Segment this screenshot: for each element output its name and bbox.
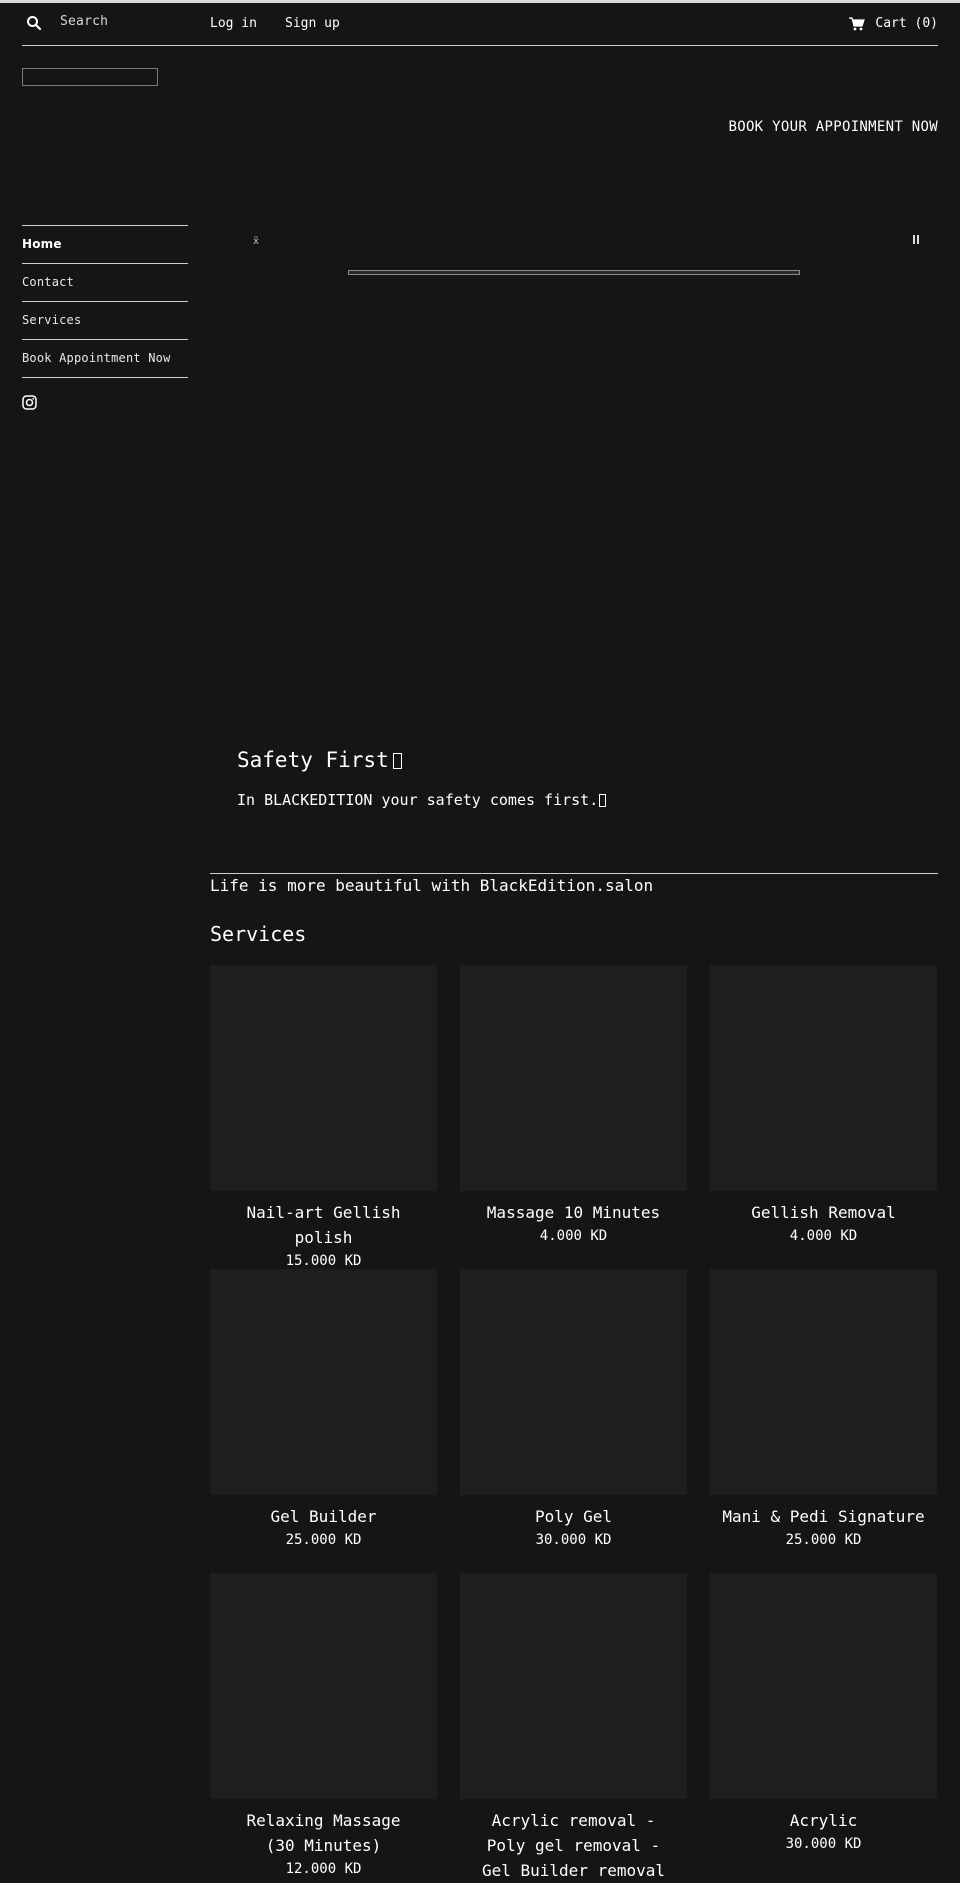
product-image[interactable] <box>210 1269 437 1495</box>
sidebar-item-home[interactable]: Home <box>22 225 188 263</box>
secondary-search-field[interactable] <box>22 68 158 86</box>
product-image[interactable] <box>460 965 687 1191</box>
product-image[interactable] <box>460 1269 687 1495</box>
search-input[interactable]: Search <box>60 14 108 29</box>
product-price: 12.000 KD <box>285 1861 362 1877</box>
product-name[interactable]: Poly Gel <box>460 1504 687 1529</box>
search-icon[interactable] <box>26 15 42 31</box>
product-price: 25.000 KD <box>285 1532 362 1548</box>
missing-glyph-icon <box>392 753 402 769</box>
product-card[interactable]: Gel Builder 25.000 KD <box>210 1269 437 1551</box>
instagram-icon[interactable] <box>22 395 37 410</box>
slideshow-progress-bar <box>348 270 800 275</box>
product-image[interactable] <box>710 965 937 1191</box>
slideshow-prev-button[interactable]: x̆ <box>253 236 259 247</box>
tagline: Life is more beautiful with BlackEdition… <box>210 876 654 895</box>
product-name[interactable]: Gellish Removal <box>710 1200 937 1225</box>
product-image[interactable] <box>210 1573 437 1799</box>
product-name[interactable]: Mani & Pedi Signature <box>710 1504 937 1529</box>
product-card[interactable]: Massage 10 Minutes 4.000 KD <box>460 965 687 1247</box>
hero-subtitle: In BLACKEDITION your safety comes first. <box>237 791 607 809</box>
book-appointment-banner-link[interactable]: BOOK YOUR APPOINMENT NOW <box>729 119 939 135</box>
product-card[interactable]: Gellish Removal 4.000 KD <box>710 965 937 1247</box>
sidebar-item-book-appointment[interactable]: Book Appointment Now <box>22 339 188 377</box>
pause-icon[interactable] <box>913 235 919 244</box>
sidebar-item-contact[interactable]: Contact <box>22 263 188 301</box>
product-image[interactable] <box>460 1573 687 1799</box>
services-heading: Services <box>210 922 307 946</box>
cart-icon <box>849 16 866 30</box>
product-card[interactable]: Nail-art Gellish polish 15.000 KD <box>210 965 437 1272</box>
product-name[interactable]: Nail-art Gellish polish <box>210 1200 437 1250</box>
product-name[interactable]: Gel Builder <box>210 1504 437 1529</box>
product-card[interactable]: Acrylic 30.000 KD <box>710 1573 937 1855</box>
product-image[interactable] <box>710 1269 937 1495</box>
sidebar-item-services[interactable]: Services <box>22 301 188 339</box>
cart-link[interactable]: Cart (0) <box>849 16 938 31</box>
product-price: 30.000 KD <box>785 1836 862 1852</box>
product-card[interactable]: Poly Gel 30.000 KD <box>460 1269 687 1551</box>
signup-link[interactable]: Sign up <box>285 16 340 31</box>
cart-label: Cart (0) <box>875 16 938 31</box>
login-link[interactable]: Log in <box>210 16 257 31</box>
hero-title: Safety First <box>237 748 402 772</box>
product-card[interactable]: Relaxing Massage (30 Minutes) 12.000 KD <box>210 1573 437 1880</box>
product-card[interactable]: Mani & Pedi Signature 25.000 KD <box>710 1269 937 1551</box>
product-name[interactable]: Acrylic <box>710 1808 937 1833</box>
product-name[interactable]: Massage 10 Minutes <box>460 1200 687 1225</box>
product-name[interactable]: Relaxing Massage (30 Minutes) <box>210 1808 437 1858</box>
product-image[interactable] <box>710 1573 937 1799</box>
site-header: Search Log in Sign up Cart (0) <box>22 3 938 46</box>
product-name[interactable]: Acrylic removal - Poly gel removal - Gel… <box>460 1808 687 1883</box>
missing-glyph-icon <box>599 794 607 807</box>
section-divider <box>210 873 938 874</box>
sidebar-nav: Home Contact Services Book Appointment N… <box>22 225 188 378</box>
product-price: 30.000 KD <box>535 1532 612 1548</box>
product-card[interactable]: Acrylic removal - Poly gel removal - Gel… <box>460 1573 687 1883</box>
product-image[interactable] <box>210 965 437 1191</box>
product-price: 25.000 KD <box>785 1532 862 1548</box>
product-price: 4.000 KD <box>789 1228 858 1244</box>
product-price: 4.000 KD <box>539 1228 608 1244</box>
sidebar-divider <box>22 377 188 378</box>
